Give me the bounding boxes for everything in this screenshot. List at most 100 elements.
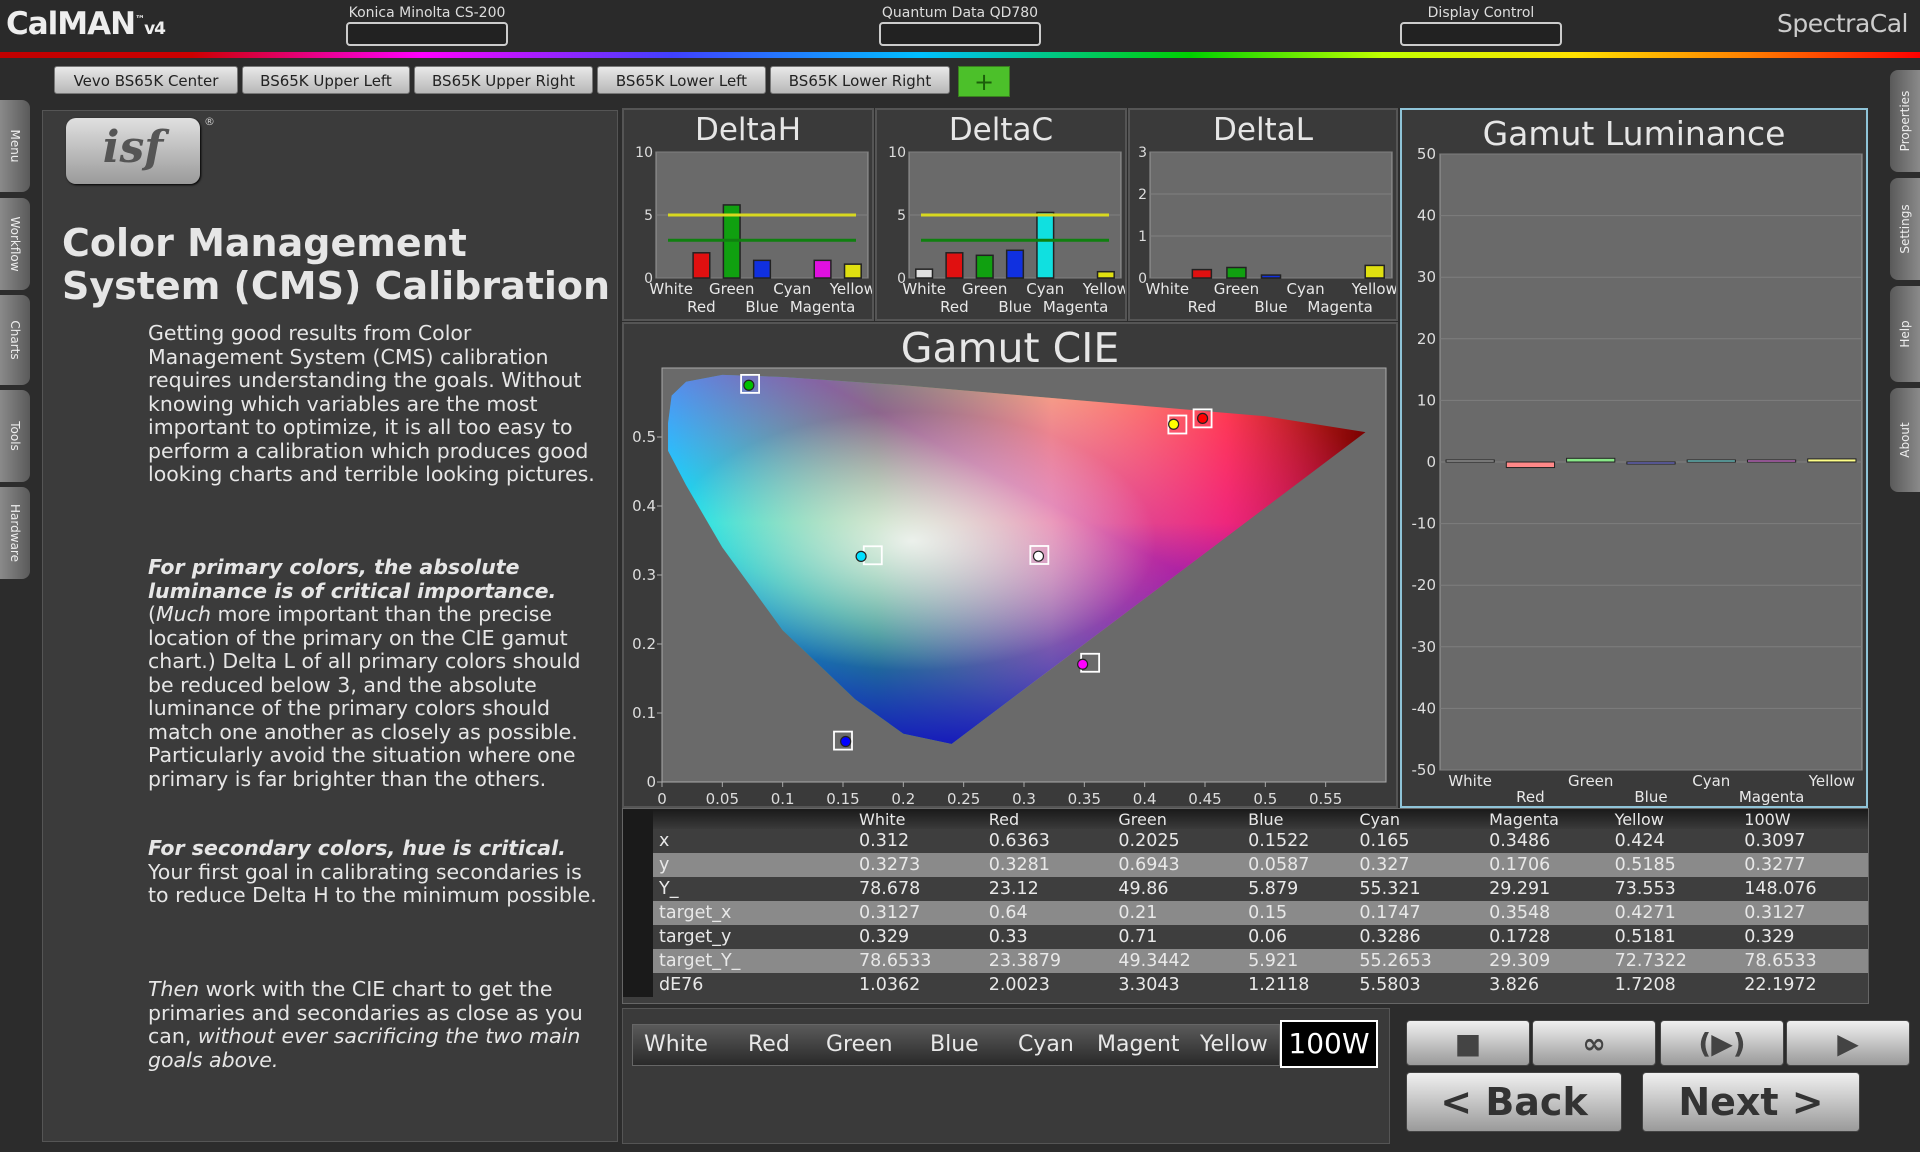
row-label: target_x	[653, 901, 853, 925]
x-tick-label: 0.3	[1012, 790, 1036, 806]
x-tick-label: Red	[687, 298, 716, 316]
side-tab-tools[interactable]: Tools	[0, 390, 30, 482]
select-cyan-button[interactable]: Cyan	[1018, 1032, 1074, 1057]
side-tab-hardware[interactable]: Hardware	[0, 487, 30, 579]
bar-cyan	[1036, 211, 1055, 279]
select-100w-button[interactable]: 100W	[1280, 1020, 1378, 1068]
table-row: Y_ 78.678 23.12 49.86 5.879 55.321 29.291 73.55…	[623, 877, 1868, 901]
next-button[interactable]: Next >	[1642, 1072, 1860, 1132]
tab-lower-left[interactable]: BS65K Lower Left	[597, 66, 766, 94]
table-header: White Red Green Blue Cyan Magenta Yellow 100W	[623, 809, 1868, 829]
table-cell: 0.21	[1112, 901, 1243, 925]
gamut-cie-panel: Gamut CIE 0 0.05 0.1 0.15 0.2 0.25 0.3 0.35 0.4 0…	[622, 322, 1398, 808]
x-tick-label: 0.25	[947, 790, 980, 806]
read-series-button[interactable]: (▶)	[1660, 1020, 1784, 1066]
side-tab-properties[interactable]: Properties	[1890, 70, 1920, 172]
tab-lower-right[interactable]: BS65K Lower Right	[770, 66, 950, 94]
x-tick-label: Yellow	[829, 280, 872, 298]
tab-upper-left[interactable]: BS65K Upper Left	[242, 66, 410, 94]
table-row: target_y 0.329 0.33 0.71 0.06 0.3286 0.1728 0.5…	[623, 925, 1868, 949]
x-tick-label: Yellow	[1808, 772, 1855, 790]
x-tick-label: 0.55	[1309, 790, 1342, 806]
x-tick-label: 0.1	[771, 790, 795, 806]
calman-window: CalMAN™v4 SpectraCal Konica Minolta CS-2…	[0, 0, 1920, 1152]
table-cell: 0.312	[859, 831, 910, 851]
side-tab-help[interactable]: Help	[1890, 286, 1920, 382]
source-select[interactable]	[879, 22, 1041, 46]
display-control-select[interactable]	[1400, 22, 1562, 46]
y-tick-label: 0.2	[632, 635, 656, 653]
bar-yellow	[1364, 264, 1385, 279]
table-cell: 148.076	[1744, 879, 1817, 899]
select-magenta-button[interactable]: Magent	[1097, 1032, 1180, 1057]
x-tick-label: 0.5	[1253, 790, 1277, 806]
table-cell: 0.3548	[1483, 901, 1609, 925]
table-cell: 78.678	[859, 879, 921, 899]
table-row: y 0.3273 0.3281 0.6943 0.0587 0.327 0.1706 0.51…	[623, 853, 1868, 877]
table-row: target_x 0.3127 0.64 0.21 0.15 0.1747 0.3548 0.…	[623, 901, 1868, 925]
side-tab-menu[interactable]: Menu	[0, 100, 30, 192]
bar-cyan	[1686, 459, 1736, 463]
table-row: target_Y_ 78.6533 23.3879 49.3442 5.921 55.26…	[623, 949, 1868, 973]
row-label: target_Y_	[653, 949, 853, 973]
registered-mark: ®	[204, 115, 215, 128]
back-button[interactable]: < Back	[1406, 1072, 1622, 1132]
table-cell: 0.1747	[1353, 901, 1484, 925]
select-white-button[interactable]: White	[644, 1032, 708, 1057]
side-tab-about[interactable]: About	[1890, 388, 1920, 492]
read-button[interactable]: ▶	[1786, 1020, 1910, 1066]
add-tab-button[interactable]: +	[958, 66, 1010, 97]
bar-blue	[752, 259, 772, 279]
deltal-chart-panel: DeltaL 0 1 2 3 White Red Green Blue Cyan Magenta Y…	[1128, 108, 1398, 321]
table-cell: 2.0023	[988, 975, 1050, 995]
x-tick-label: Cyan	[1026, 280, 1064, 298]
table-cell: 5.921	[1242, 949, 1354, 973]
tab-vevo-center[interactable]: Vevo BS65K Center	[54, 66, 238, 94]
column-header: 100W	[1738, 809, 1868, 829]
x-tick-label: 0.15	[826, 790, 859, 806]
display-control-label: Display Control	[1427, 5, 1535, 21]
table-cell: 55.2653	[1353, 949, 1484, 973]
table-cell: 78.6533	[1738, 949, 1868, 973]
bar-magenta	[1746, 459, 1797, 463]
table-cell: 0.329	[1744, 927, 1795, 947]
table-cell: 29.291	[1489, 879, 1551, 899]
bar-red	[945, 252, 964, 279]
x-tick-label: Blue	[1254, 298, 1287, 316]
measured-blue	[840, 735, 852, 748]
x-tick-label: Cyan	[1692, 772, 1730, 790]
bar-red	[1191, 268, 1213, 279]
tab-upper-right[interactable]: BS65K Upper Right	[414, 66, 593, 94]
plot-area	[1149, 151, 1393, 279]
select-blue-button[interactable]: Blue	[930, 1032, 979, 1057]
meter-select[interactable]	[346, 22, 508, 46]
side-tab-charts[interactable]: Charts	[0, 295, 30, 385]
x-tick-label: Green	[962, 280, 1007, 298]
x-tick-label: Magenta	[1307, 298, 1372, 316]
column-header: Blue	[1242, 809, 1354, 829]
primary-colors-paragraph: For primary colors, the absolute luminan…	[148, 555, 581, 791]
y-tick-label: 0.4	[632, 497, 656, 515]
table-cell: 1.0362	[859, 975, 921, 995]
deltal-chart: 0123WhiteRedGreenBlueCyanMagentaYellow	[1138, 145, 1396, 316]
continuous-read-button[interactable]: ∞	[1532, 1020, 1656, 1066]
y-tick-label: -40	[1412, 699, 1437, 717]
stop-button[interactable]: ■	[1406, 1020, 1530, 1066]
table-row: dE76 1.0362 2.0023 3.3043 1.2118 5.5803 3.826 1…	[623, 973, 1868, 997]
select-green-button[interactable]: Green	[826, 1032, 893, 1057]
side-tab-settings[interactable]: Settings	[1890, 178, 1920, 280]
table-cell: 0.3277	[1738, 853, 1868, 877]
side-tab-workflow[interactable]: Workflow	[0, 198, 30, 290]
y-tick-label: 50	[1417, 145, 1436, 163]
bar-yellow	[1096, 270, 1115, 279]
y-tick-label: 0	[646, 773, 656, 791]
isf-logo: isf	[66, 118, 200, 184]
x-tick-label: 0.45	[1188, 790, 1221, 806]
y-tick-label: 3	[1138, 145, 1147, 161]
bar-red	[692, 252, 711, 279]
table-cell: 0.3273	[853, 853, 983, 877]
table-cell: 3.826	[1489, 975, 1540, 995]
table-cell: 0.3281	[982, 853, 1113, 877]
select-yellow-button[interactable]: Yellow	[1200, 1032, 1268, 1057]
select-red-button[interactable]: Red	[748, 1032, 790, 1057]
